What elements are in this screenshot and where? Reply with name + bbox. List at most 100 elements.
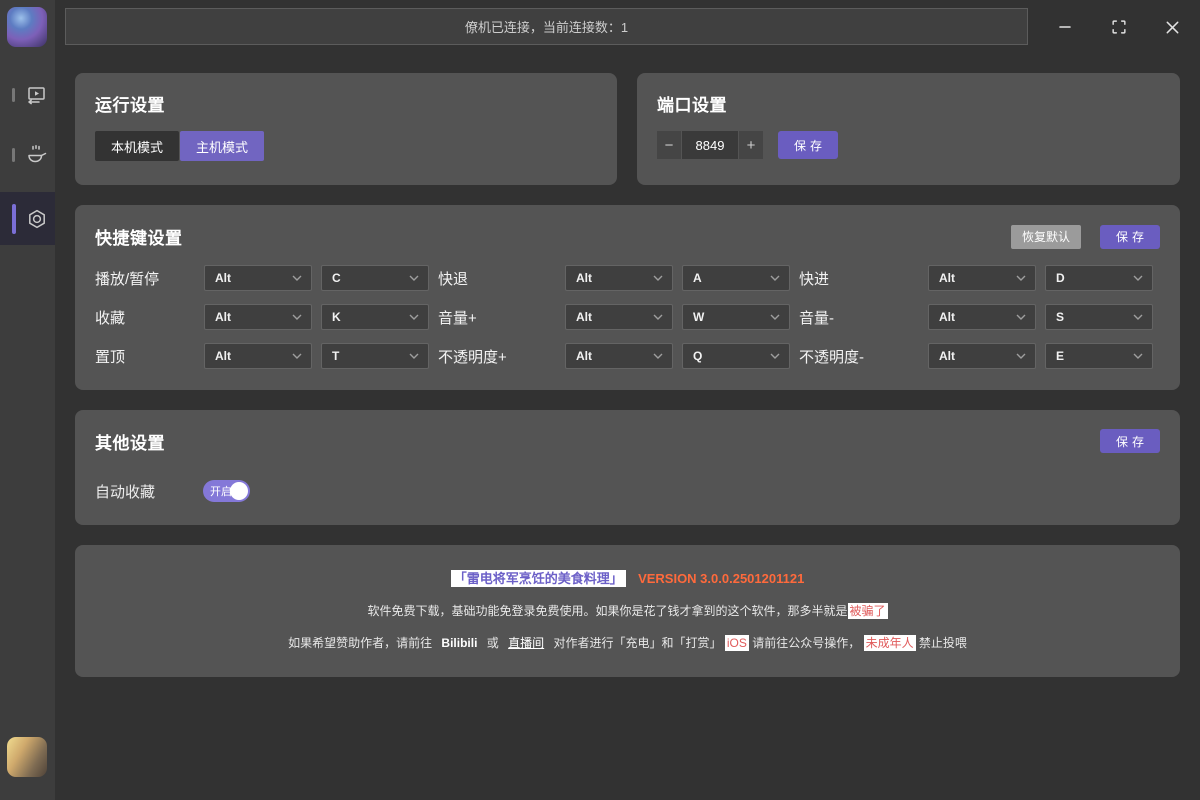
auto-favorite-label: 自动收藏: [95, 481, 203, 502]
scam-warning-highlight: 被骗了: [848, 603, 888, 619]
connection-status-text: 僚机已连接，当前连接数：1: [465, 17, 628, 36]
hotkey-opacity-down-mod-select[interactable]: Alt: [928, 343, 1036, 369]
chevron-down-icon: [292, 353, 302, 359]
chevron-down-icon: [1016, 275, 1026, 281]
chevron-down-icon: [1016, 314, 1026, 320]
hotkey-volume-up-key-select[interactable]: W: [682, 304, 790, 330]
titlebar[interactable]: 僚机已连接，当前连接数：1: [65, 8, 1028, 45]
chevron-down-icon: [409, 314, 419, 320]
nav-indicator: [12, 88, 15, 102]
hotkey-label-rewind: 快退: [438, 268, 556, 289]
nav-active-indicator: [12, 204, 16, 234]
port-stepper: − 8849 + 保存: [657, 131, 1160, 159]
run-settings-title: 运行设置: [95, 91, 597, 116]
other-settings-title: 其他设置: [95, 429, 165, 454]
app-title-line: 「雷电将军烹饪的美食料理」 VERSION 3.0.0.2501201121: [75, 570, 1180, 588]
hotkey-volume-down-mod-select[interactable]: Alt: [928, 304, 1036, 330]
sidebar-item-cooking[interactable]: [0, 140, 55, 170]
hotkey-settings-panel: 快捷键设置 恢复默认 保存 播放/暂停 Alt C 快退 Alt A 快进 Al…: [75, 205, 1180, 390]
port-settings-title: 端口设置: [657, 91, 1160, 116]
auto-favorite-toggle[interactable]: 开启: [203, 480, 250, 502]
maximize-icon: [1110, 18, 1128, 36]
hotkey-favorite-mod-select[interactable]: Alt: [204, 304, 312, 330]
chevron-down-icon: [409, 353, 419, 359]
donate-line: 如果希望赞助作者，请前往 Bilibili 或 直播间 对作者进行「充电」和「打…: [75, 634, 1180, 652]
chevron-down-icon: [1016, 353, 1026, 359]
settings-gear-icon: [25, 207, 49, 231]
toggle-knob: [230, 482, 248, 500]
restore-defaults-button[interactable]: 恢复默认: [1011, 225, 1081, 249]
chevron-down-icon: [1133, 353, 1143, 359]
hotkey-label-volume-down: 音量-: [799, 307, 919, 328]
version-text: VERSION 3.0.0.2501201121: [638, 571, 804, 586]
chevron-down-icon: [1133, 275, 1143, 281]
screen-cast-icon: [24, 83, 48, 107]
chevron-down-icon: [653, 275, 663, 281]
run-settings-panel: 运行设置 本机模式 主机模式: [75, 73, 617, 185]
live-room-link[interactable]: 直播间: [508, 636, 544, 650]
ios-highlight: iOS: [725, 635, 749, 651]
app-avatar[interactable]: [7, 7, 47, 47]
hotkey-opacity-down-key-select[interactable]: E: [1045, 343, 1153, 369]
bilibili-link[interactable]: Bilibili: [441, 636, 477, 650]
chevron-down-icon: [653, 353, 663, 359]
hotkey-opacity-up-mod-select[interactable]: Alt: [565, 343, 673, 369]
hotkey-rewind-key-select[interactable]: A: [682, 265, 790, 291]
port-save-button[interactable]: 保存: [778, 131, 838, 159]
cooking-pan-icon: [24, 143, 48, 167]
maximize-button[interactable]: [1105, 14, 1133, 40]
close-button[interactable]: [1158, 14, 1186, 40]
port-value[interactable]: 8849: [682, 131, 738, 159]
port-decrease-button[interactable]: −: [657, 131, 681, 159]
hotkey-favorite-key-select[interactable]: K: [321, 304, 429, 330]
hotkey-play-pause-key-select[interactable]: C: [321, 265, 429, 291]
hotkey-label-pin-top: 置顶: [95, 346, 195, 367]
hotkey-play-pause-mod-select[interactable]: Alt: [204, 265, 312, 291]
hotkey-label-favorite: 收藏: [95, 307, 195, 328]
chevron-down-icon: [409, 275, 419, 281]
disclaimer-line: 软件免费下载，基础功能免登录免费使用。如果你是花了钱才拿到的这个软件，那多半就是…: [75, 602, 1180, 620]
hotkey-forward-mod-select[interactable]: Alt: [928, 265, 1036, 291]
chevron-down-icon: [292, 275, 302, 281]
local-mode-button[interactable]: 本机模式: [95, 131, 179, 161]
toggle-state-label: 开启: [210, 483, 232, 499]
hotkey-grid: 播放/暂停 Alt C 快退 Alt A 快进 Alt D 收藏 Alt K 音…: [95, 265, 1160, 369]
hotkey-settings-title: 快捷键设置: [95, 224, 1011, 249]
chevron-down-icon: [770, 275, 780, 281]
hotkey-label-opacity-down: 不透明度-: [799, 346, 919, 367]
nav-indicator: [12, 148, 15, 162]
user-avatar[interactable]: [7, 737, 47, 777]
hotkey-pin-top-mod-select[interactable]: Alt: [204, 343, 312, 369]
chevron-down-icon: [1133, 314, 1143, 320]
hotkey-label-volume-up: 音量+: [438, 307, 556, 328]
minimize-icon: [1057, 19, 1073, 35]
sidebar-item-settings[interactable]: [0, 192, 55, 245]
close-icon: [1164, 19, 1181, 36]
hotkey-volume-down-key-select[interactable]: S: [1045, 304, 1153, 330]
host-mode-button[interactable]: 主机模式: [180, 131, 264, 161]
hotkeys-save-button[interactable]: 保存: [1100, 225, 1160, 249]
chevron-down-icon: [770, 353, 780, 359]
hotkey-pin-top-key-select[interactable]: T: [321, 343, 429, 369]
sidebar: [0, 0, 55, 800]
app-name-badge: 「雷电将军烹饪的美食料理」: [451, 570, 626, 587]
about-panel: 「雷电将军烹饪的美食料理」 VERSION 3.0.0.2501201121 软…: [75, 545, 1180, 677]
hotkey-label-forward: 快进: [799, 268, 919, 289]
hotkey-forward-key-select[interactable]: D: [1045, 265, 1153, 291]
chevron-down-icon: [653, 314, 663, 320]
hotkey-rewind-mod-select[interactable]: Alt: [565, 265, 673, 291]
other-save-button[interactable]: 保存: [1100, 429, 1160, 453]
other-settings-panel: 其他设置 保存 自动收藏 开启: [75, 410, 1180, 525]
chevron-down-icon: [292, 314, 302, 320]
chevron-down-icon: [770, 314, 780, 320]
hotkey-label-play-pause: 播放/暂停: [95, 268, 195, 289]
hotkey-opacity-up-key-select[interactable]: Q: [682, 343, 790, 369]
minor-highlight: 未成年人: [864, 635, 916, 651]
hotkey-volume-up-mod-select[interactable]: Alt: [565, 304, 673, 330]
port-settings-panel: 端口设置 − 8849 + 保存: [637, 73, 1180, 185]
hotkey-label-opacity-up: 不透明度+: [438, 346, 556, 367]
minimize-button[interactable]: [1051, 14, 1079, 40]
run-mode-segment: 本机模式 主机模式: [95, 131, 597, 161]
port-increase-button[interactable]: +: [739, 131, 763, 159]
sidebar-item-player[interactable]: [0, 80, 55, 110]
